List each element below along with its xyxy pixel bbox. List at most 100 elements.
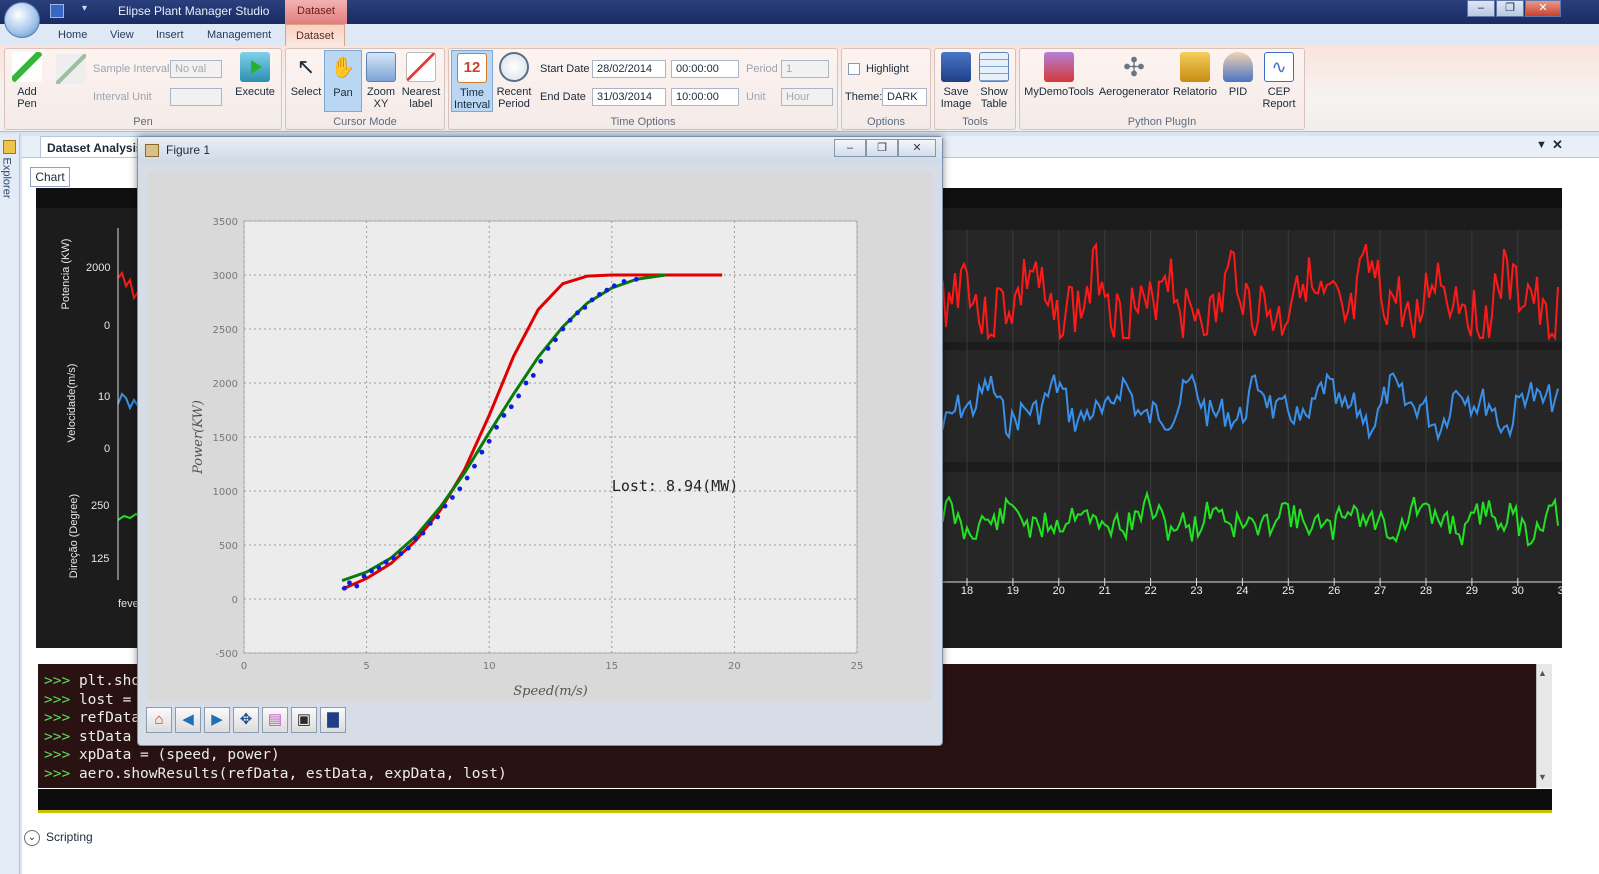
trend-x-tick-label: 28 bbox=[1420, 585, 1432, 597]
pan-icon[interactable]: ✥ bbox=[233, 707, 259, 733]
scroll-down-icon[interactable]: ▼ bbox=[1538, 772, 1547, 782]
mydemotools-button[interactable]: MyDemoTools bbox=[1022, 52, 1096, 98]
y-tick-label: 500 bbox=[219, 541, 238, 552]
lost-annotation: Lost: 8.94(MW) bbox=[612, 477, 738, 495]
right-trend-plot[interactable]: 18 19 20 21 22 23 24 25 26 27 28 29 30 31 bbox=[940, 188, 1562, 648]
figure-close-button[interactable]: ✕ bbox=[898, 139, 936, 157]
maximize-button[interactable]: ❐ bbox=[1496, 0, 1524, 17]
zoom-rect-icon[interactable]: ▣ bbox=[291, 707, 317, 733]
trend-x-tick-label: 31 bbox=[1558, 585, 1562, 597]
explorer-panel-strip[interactable] bbox=[0, 134, 20, 874]
figure-window[interactable]: Figure 1 – ❐ ✕ 0 5 10 15 20 25 -500 0 500 1000 150… bbox=[137, 136, 943, 746]
figure-minimize-button[interactable]: – bbox=[834, 139, 866, 157]
panel1-tick-bottom: 0 bbox=[104, 320, 111, 332]
tab-list-dropdown-icon[interactable]: ▼ bbox=[1536, 139, 1547, 151]
figure-canvas[interactable]: 0 5 10 15 20 25 -500 0 500 1000 1500 2000 2500 3000 35… bbox=[148, 171, 932, 701]
cep-report-button[interactable]: ∿ CEP Report bbox=[1258, 52, 1300, 110]
data-point bbox=[442, 503, 448, 509]
unit-select[interactable]: Hour bbox=[781, 88, 833, 106]
doctor-icon bbox=[1223, 52, 1253, 82]
period-field[interactable]: 1 bbox=[781, 60, 829, 78]
end-date-field[interactable]: 31/03/2014 bbox=[592, 88, 666, 106]
figure-toolbar: ⌂ ◀ ▶ ✥ ▤ ▣ ▇ bbox=[146, 707, 349, 741]
interval-unit-select[interactable] bbox=[170, 88, 222, 106]
trend-x-tick-label: 21 bbox=[1099, 585, 1111, 597]
data-point bbox=[347, 580, 352, 586]
tab-insert[interactable]: Insert bbox=[146, 24, 194, 46]
save-image-button[interactable]: Save Image bbox=[937, 52, 975, 110]
close-button[interactable]: ✕ bbox=[1525, 0, 1561, 17]
relatorio-button[interactable]: Relatorio bbox=[1172, 52, 1218, 98]
x-left-label: feve bbox=[118, 598, 139, 610]
nearest-label-icon bbox=[406, 52, 436, 82]
time-interval-button[interactable]: 12 Time Interval bbox=[451, 50, 493, 112]
tab-dataset[interactable]: Dataset bbox=[285, 24, 345, 46]
app-menu-button[interactable] bbox=[4, 2, 40, 38]
x-tick-label: 10 bbox=[483, 661, 496, 672]
forward-icon[interactable]: ▶ bbox=[204, 707, 230, 733]
x-tick-label: 0 bbox=[241, 661, 247, 672]
home-icon[interactable]: ⌂ bbox=[146, 707, 172, 733]
start-date-field[interactable]: 28/02/2014 bbox=[592, 60, 666, 78]
subplots-icon[interactable]: ▤ bbox=[262, 707, 288, 733]
data-point bbox=[604, 287, 610, 293]
tab-chart[interactable]: Chart bbox=[30, 167, 70, 187]
stopwatch-icon bbox=[499, 52, 529, 82]
theme-select[interactable]: DARK bbox=[882, 88, 927, 106]
save-figure-icon[interactable]: ▇ bbox=[320, 707, 346, 733]
y-tick-label: 0 bbox=[232, 595, 238, 606]
data-point bbox=[450, 495, 455, 500]
console-input[interactable] bbox=[38, 789, 1552, 813]
trend-x-tick-label: 22 bbox=[1144, 585, 1156, 597]
trend-x-tick-label: 29 bbox=[1466, 585, 1478, 597]
scripting-panel-toggle[interactable]: ⌄ Scripting bbox=[24, 826, 93, 848]
figure-app-icon bbox=[145, 144, 159, 157]
tab-view[interactable]: View bbox=[100, 24, 144, 46]
execute-button[interactable]: Execute bbox=[232, 52, 278, 98]
table-icon bbox=[979, 52, 1009, 82]
x-tick-label: 15 bbox=[605, 661, 618, 672]
y-tick-label: 3000 bbox=[213, 271, 238, 282]
data-point bbox=[413, 536, 419, 541]
speed-trend-stub bbox=[117, 392, 139, 411]
highlight-checkbox[interactable] bbox=[848, 63, 860, 75]
save-icon[interactable] bbox=[50, 4, 64, 18]
y-tick-label: 1000 bbox=[213, 487, 238, 498]
add-pen-button[interactable]: Add Pen bbox=[8, 52, 46, 110]
start-time-field[interactable]: 00:00:00 bbox=[671, 60, 739, 78]
scroll-up-icon[interactable]: ▲ bbox=[1538, 668, 1547, 678]
panel3-ylabel: Direção (Degree) bbox=[68, 493, 80, 579]
console-line: >>> aero.showResults(refData, estData, e… bbox=[44, 765, 507, 782]
power-curve-chart[interactable]: 0 5 10 15 20 25-50005001000150020002500300035… bbox=[148, 171, 932, 701]
save-image-icon bbox=[941, 52, 971, 82]
chevron-down-icon: ⌄ bbox=[24, 829, 40, 846]
explorer-label[interactable]: Explorer bbox=[0, 158, 12, 199]
execute-icon bbox=[240, 52, 270, 82]
figure-maximize-button[interactable]: ❐ bbox=[866, 139, 898, 157]
pan-button[interactable]: ✋ Pan bbox=[324, 50, 362, 112]
back-icon[interactable]: ◀ bbox=[175, 707, 201, 733]
interval-unit-label: Interval Unit bbox=[93, 91, 152, 103]
quick-access-dropdown-icon[interactable]: ▾ bbox=[82, 3, 87, 14]
data-point bbox=[479, 449, 485, 455]
show-table-button[interactable]: Show Table bbox=[976, 52, 1012, 110]
aerogenerator-button[interactable]: ✣ Aerogenerator bbox=[1098, 52, 1170, 98]
minimize-button[interactable]: – bbox=[1467, 0, 1495, 17]
sample-interval-field[interactable]: No val bbox=[170, 60, 222, 78]
data-point bbox=[391, 555, 396, 561]
recent-period-button[interactable]: Recent Period bbox=[494, 52, 534, 110]
end-time-field[interactable]: 10:00:00 bbox=[671, 88, 739, 106]
tab-home[interactable]: Home bbox=[48, 24, 97, 46]
toolbox-icon bbox=[1044, 52, 1074, 82]
close-document-icon[interactable]: ✕ bbox=[1552, 137, 1563, 153]
data-point bbox=[567, 317, 573, 323]
console-scrollbar[interactable] bbox=[1536, 664, 1552, 788]
select-button[interactable]: ↖ Select bbox=[288, 52, 324, 98]
nearest-label-button[interactable]: Nearest label bbox=[400, 52, 442, 110]
pid-button[interactable]: PID bbox=[1220, 52, 1256, 98]
data-point bbox=[486, 438, 492, 444]
zoom-xy-button[interactable]: Zoom XY bbox=[362, 52, 400, 110]
data-point bbox=[398, 551, 404, 557]
y-tick-label: 2000 bbox=[213, 379, 238, 390]
tab-management[interactable]: Management bbox=[197, 24, 281, 46]
